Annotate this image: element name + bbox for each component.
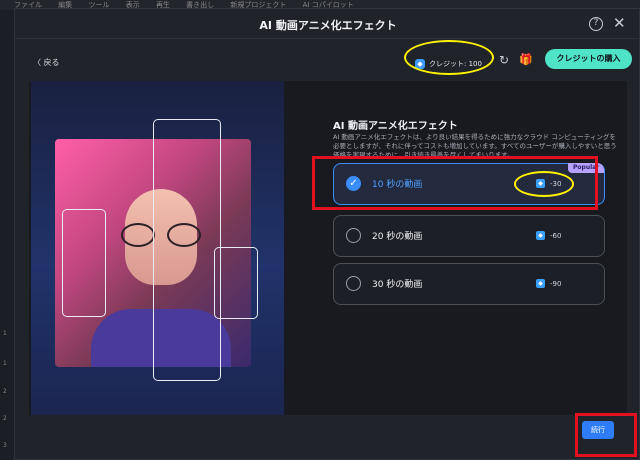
close-icon[interactable]: ✕ <box>613 15 626 31</box>
track-number: 1 <box>3 360 7 367</box>
track-number: 2 <box>3 388 7 395</box>
buy-credits-button[interactable]: クレジットの購入 <box>545 49 632 69</box>
option-cost-value: -90 <box>550 279 562 288</box>
option-cost-value: -60 <box>550 231 562 240</box>
option-30-sec[interactable]: 30 秒の動画 ◆ -90 <box>333 263 605 305</box>
option-cost: ◆ -60 <box>536 231 561 240</box>
highlight-rectangle <box>312 156 598 210</box>
gift-icon[interactable]: 🎁 <box>519 53 533 66</box>
radio-icon <box>346 276 361 291</box>
effect-title: AI 動画アニメ化エフェクト <box>333 121 458 132</box>
preview-frame <box>153 119 221 381</box>
refresh-icon[interactable]: ↻ <box>499 53 509 67</box>
option-label: 30 秒の動画 <box>372 280 423 290</box>
effect-preview-image <box>31 81 284 415</box>
credit-gem-icon: ◆ <box>536 279 545 288</box>
dialog-title: AI 動画アニメ化エフェクト <box>259 19 397 32</box>
radio-icon <box>346 228 361 243</box>
credit-gem-icon: ◆ <box>536 231 545 240</box>
track-number: 3 <box>3 442 7 449</box>
content-panel: AI 動画アニメ化エフェクト AI 動画アニメ化エフェクトは、より良い結果を得る… <box>29 81 627 415</box>
preview-frame <box>62 209 106 317</box>
option-label: 20 秒の動画 <box>372 232 423 242</box>
option-20-sec[interactable]: 20 秒の動画 ◆ -60 <box>333 215 605 257</box>
preview-frame <box>214 247 258 319</box>
ai-anime-effect-dialog: AI 動画アニメ化エフェクト ? ✕ 〈 戻る ◆ クレジット: 100 ↻ 🎁… <box>14 8 640 460</box>
highlight-rectangle <box>575 413 637 457</box>
track-number: 1 <box>3 330 7 337</box>
app-side-panel: 1 1 2 2 3 <box>0 10 14 460</box>
help-icon[interactable]: ? <box>589 17 603 31</box>
option-cost: ◆ -90 <box>536 279 561 288</box>
highlight-ellipse <box>404 40 494 75</box>
back-button[interactable]: 〈 戻る <box>33 57 60 68</box>
track-number: 2 <box>3 415 7 422</box>
dialog-title-bar: AI 動画アニメ化エフェクト ? ✕ <box>15 9 640 39</box>
